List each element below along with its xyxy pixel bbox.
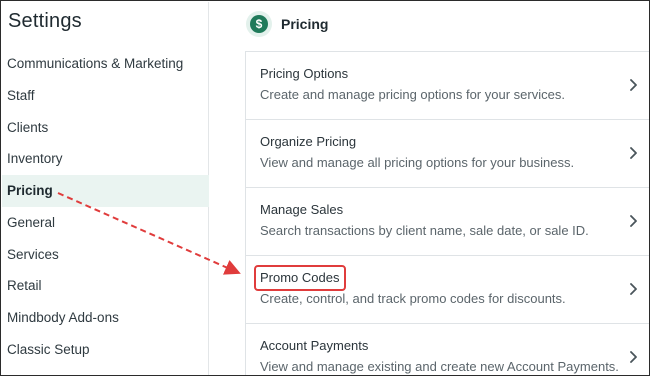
- card-title: Pricing Options: [260, 66, 349, 81]
- sidebar-item-services[interactable]: Services: [2, 239, 209, 271]
- card-description: Search transactions by client name, sale…: [260, 223, 589, 238]
- card-title: Manage Sales: [260, 202, 344, 217]
- card-pricing-options[interactable]: Pricing Options Create and manage pricin…: [246, 52, 649, 120]
- sidebar-title: Settings: [8, 10, 82, 32]
- sidebar-item-staff[interactable]: Staff: [2, 80, 209, 112]
- sidebar-item-inventory[interactable]: Inventory: [2, 143, 209, 175]
- pricing-card-list: Pricing Options Create and manage pricin…: [245, 51, 649, 375]
- sidebar-item-mindbody-add-ons[interactable]: Mindbody Add-ons: [2, 302, 209, 334]
- chevron-right-icon: [630, 283, 637, 295]
- sidebar-item-general[interactable]: General: [2, 207, 209, 239]
- chevron-right-icon: [630, 147, 637, 159]
- screenshot-frame: Settings Communications & Marketing Staf…: [0, 0, 650, 376]
- section-title: Pricing: [281, 16, 329, 32]
- sidebar-item-clients[interactable]: Clients: [2, 112, 209, 144]
- card-account-payments[interactable]: Account Payments View and manage existin…: [246, 324, 649, 375]
- card-description: View and manage existing and create new …: [260, 359, 619, 374]
- card-title: Account Payments: [260, 338, 369, 353]
- chevron-right-icon: [630, 351, 637, 363]
- chevron-right-icon: [630, 215, 637, 227]
- card-description: View and manage all pricing options for …: [260, 155, 575, 170]
- settings-sidebar: Settings Communications & Marketing Staf…: [2, 2, 209, 375]
- card-organize-pricing[interactable]: Organize Pricing View and manage all pri…: [246, 120, 649, 188]
- chevron-right-icon: [630, 79, 637, 91]
- sidebar-item-retail[interactable]: Retail: [2, 270, 209, 302]
- sidebar-item-communications-marketing[interactable]: Communications & Marketing: [2, 48, 209, 80]
- card-promo-codes[interactable]: Promo Codes Create, control, and track p…: [246, 256, 649, 324]
- dollar-icon: $: [246, 11, 272, 37]
- card-description: Create and manage pricing options for yo…: [260, 87, 565, 102]
- card-description: Create, control, and track promo codes f…: [260, 291, 566, 306]
- section-header: $ Pricing: [246, 10, 328, 38]
- sidebar-item-pricing[interactable]: Pricing: [2, 175, 209, 207]
- pricing-panel: $ Pricing Pricing Options Create and man…: [210, 2, 649, 375]
- card-manage-sales[interactable]: Manage Sales Search transactions by clie…: [246, 188, 649, 256]
- sidebar-item-classic-setup[interactable]: Classic Setup: [2, 334, 209, 366]
- card-title: Promo Codes: [260, 270, 340, 285]
- card-title: Organize Pricing: [260, 134, 357, 149]
